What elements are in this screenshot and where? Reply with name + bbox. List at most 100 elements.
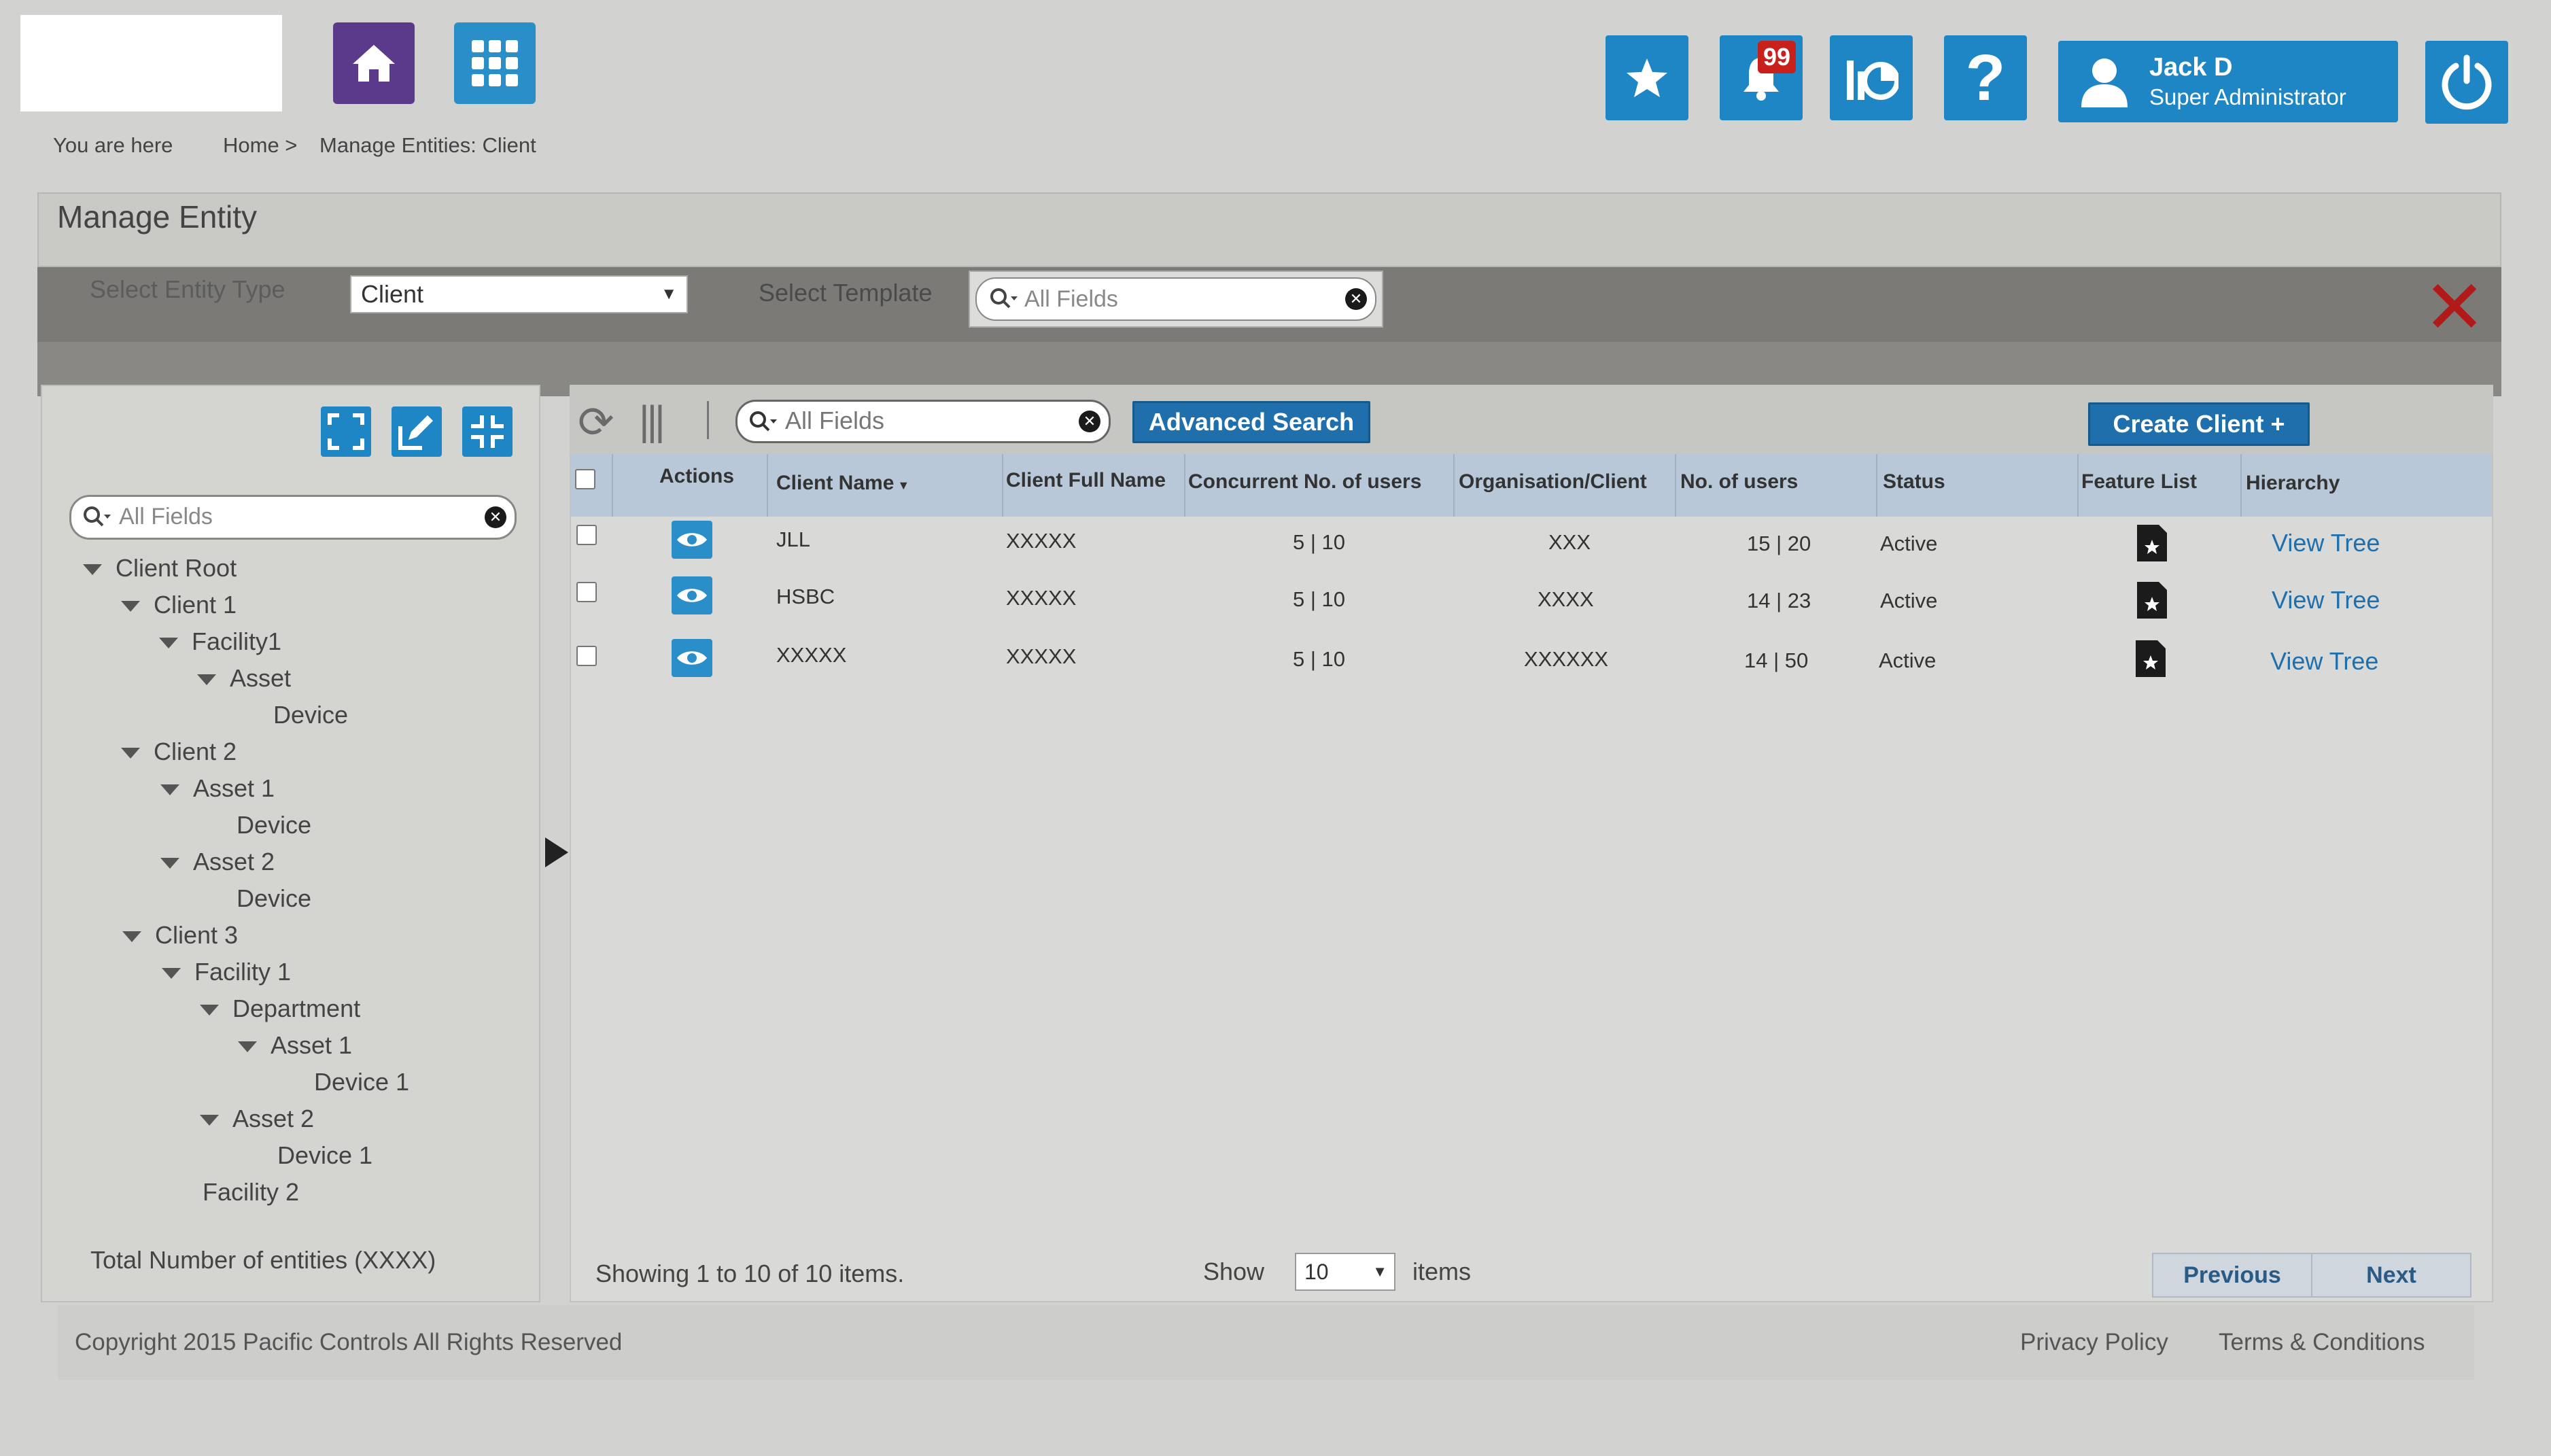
row-checkbox[interactable] [576, 525, 597, 545]
grid-search-field[interactable]: All Fields ✕ [735, 400, 1111, 443]
column-header-no-of-users[interactable]: No. of users [1680, 470, 1798, 493]
page-size-select[interactable]: 10 ▼ [1295, 1253, 1395, 1291]
entity-type-value: Client [361, 280, 424, 308]
tree-node[interactable]: Client 2 [121, 737, 237, 767]
column-divider [1675, 454, 1676, 517]
previous-button[interactable]: Previous [2153, 1254, 2311, 1296]
page-size-value: 10 [1304, 1260, 1329, 1284]
expand-triangle-icon[interactable] [160, 858, 179, 869]
total-entities: Total Number of entities (XXXX) [90, 1246, 436, 1274]
expand-triangle-icon[interactable] [83, 564, 102, 576]
next-button[interactable]: Next [2312, 1254, 2470, 1296]
view-tree-link[interactable]: View Tree [2272, 529, 2380, 557]
cell-concurrent-users: 5 | 10 [1293, 530, 1346, 554]
privacy-policy-link[interactable]: Privacy Policy [2020, 1329, 2168, 1356]
breadcrumb-home-link[interactable]: Home > [223, 133, 297, 158]
expand-triangle-icon[interactable] [238, 1041, 257, 1053]
tree-node[interactable]: Device [237, 810, 311, 840]
user-profile-button[interactable]: Jack D Super Administrator [2058, 41, 2398, 122]
tree-node[interactable]: Facility 1 [162, 957, 291, 987]
tree-node[interactable]: Device [273, 700, 348, 730]
tree-node[interactable]: Asset 1 [160, 774, 275, 803]
expand-triangle-icon[interactable] [159, 638, 178, 649]
tree-node[interactable]: Asset 2 [160, 847, 275, 877]
cell-full-name: XXXXX [1006, 644, 1077, 668]
tree-node[interactable]: Client 3 [122, 920, 238, 950]
tree-node[interactable]: Facility 2 [203, 1177, 299, 1207]
tree-node[interactable]: Asset [197, 663, 291, 693]
tree-node[interactable]: Client 1 [121, 590, 237, 620]
terms-link[interactable]: Terms & Conditions [2219, 1329, 2425, 1356]
logout-button[interactable] [2425, 41, 2508, 124]
tree-node[interactable]: Client Root [83, 553, 237, 583]
expand-all-button[interactable] [321, 406, 371, 457]
expand-triangle-icon[interactable] [200, 1115, 219, 1126]
expand-triangle-icon[interactable] [162, 968, 181, 980]
apps-grid-icon [472, 40, 518, 86]
tree-search-field[interactable]: All Fields ✕ [69, 495, 517, 540]
notifications-button[interactable]: 99 [1720, 35, 1803, 120]
collapse-all-button[interactable] [462, 406, 513, 457]
tree-node[interactable]: Facility1 [159, 627, 281, 657]
expand-triangle-icon[interactable] [200, 1005, 219, 1016]
create-client-button[interactable]: Create Client + [2088, 402, 2310, 446]
cell-client-name: HSBC [776, 585, 835, 608]
column-header-concurrent-users[interactable]: Concurrent No. of users [1188, 470, 1421, 493]
apps-grid-button[interactable] [454, 22, 536, 104]
select-all-checkbox[interactable] [575, 469, 595, 489]
column-header-status[interactable]: Status [1883, 470, 1945, 493]
tree-node[interactable]: Device 1 [314, 1067, 409, 1097]
column-divider [612, 454, 613, 517]
expand-triangle-icon[interactable] [121, 748, 140, 759]
feature-list-icon[interactable] [2134, 639, 2167, 678]
pagination: Previous Next [2152, 1253, 2471, 1298]
clear-icon[interactable]: ✕ [1079, 411, 1100, 432]
clear-icon[interactable]: ✕ [485, 506, 506, 528]
view-button[interactable] [672, 576, 712, 614]
toolbar-divider [707, 401, 709, 439]
row-checkbox[interactable] [576, 582, 597, 602]
view-button[interactable] [672, 521, 712, 559]
view-button[interactable] [672, 639, 712, 677]
reports-button[interactable] [1830, 35, 1913, 120]
tree-node[interactable]: Asset 1 [238, 1030, 352, 1060]
eye-icon [677, 533, 707, 547]
expand-triangle-icon[interactable] [197, 674, 216, 686]
cell-concurrent-users: 5 | 10 [1293, 587, 1346, 611]
tree-node[interactable]: Department [200, 994, 360, 1024]
cell-no-of-users: 14 | 23 [1747, 589, 1811, 612]
power-icon [2442, 54, 2492, 110]
feature-list-icon[interactable] [2136, 523, 2168, 563]
edit-tree-button[interactable] [392, 406, 442, 457]
row-checkbox[interactable] [576, 646, 597, 666]
view-tree-link[interactable]: View Tree [2270, 647, 2378, 676]
tree-node[interactable]: Device [237, 884, 311, 914]
close-icon[interactable]: ✕ [2423, 271, 2486, 345]
columns-icon[interactable]: ||| [639, 397, 665, 444]
column-header-organisation[interactable]: Organisation/Client [1459, 470, 1647, 493]
sort-arrow-icon: ▼ [894, 479, 910, 492]
column-header-client-name[interactable]: Client Name ▼ [776, 472, 909, 495]
expand-triangle-icon[interactable] [121, 601, 140, 612]
view-tree-link[interactable]: View Tree [2272, 586, 2380, 614]
tree-node[interactable]: Device 1 [277, 1141, 372, 1171]
help-button[interactable]: ? [1944, 35, 2027, 120]
favorites-button[interactable] [1606, 35, 1688, 120]
clear-icon[interactable]: ✕ [1345, 288, 1367, 310]
feature-list-icon[interactable] [2136, 580, 2168, 620]
reports-chart-icon [1847, 60, 1898, 100]
advanced-search-button[interactable]: Advanced Search [1132, 401, 1370, 443]
expand-triangle-icon[interactable] [122, 931, 141, 943]
refresh-icon[interactable]: ⟳ [578, 397, 614, 448]
dropdown-arrow-icon: ▼ [1372, 1263, 1387, 1280]
template-search-field[interactable]: All Fields ✕ [969, 271, 1383, 328]
cell-status: Active [1879, 648, 1937, 672]
column-divider [1876, 454, 1877, 517]
panel-toggle-arrow-icon[interactable] [545, 837, 568, 867]
expand-triangle-icon[interactable] [160, 784, 179, 796]
home-button[interactable] [333, 22, 415, 104]
manage-entity-header [37, 192, 2501, 267]
tree-node[interactable]: Asset 2 [200, 1104, 314, 1134]
entity-type-select[interactable]: Client ▼ [350, 275, 688, 313]
column-header-client-full-name[interactable]: Client Full Name [1006, 469, 1166, 492]
